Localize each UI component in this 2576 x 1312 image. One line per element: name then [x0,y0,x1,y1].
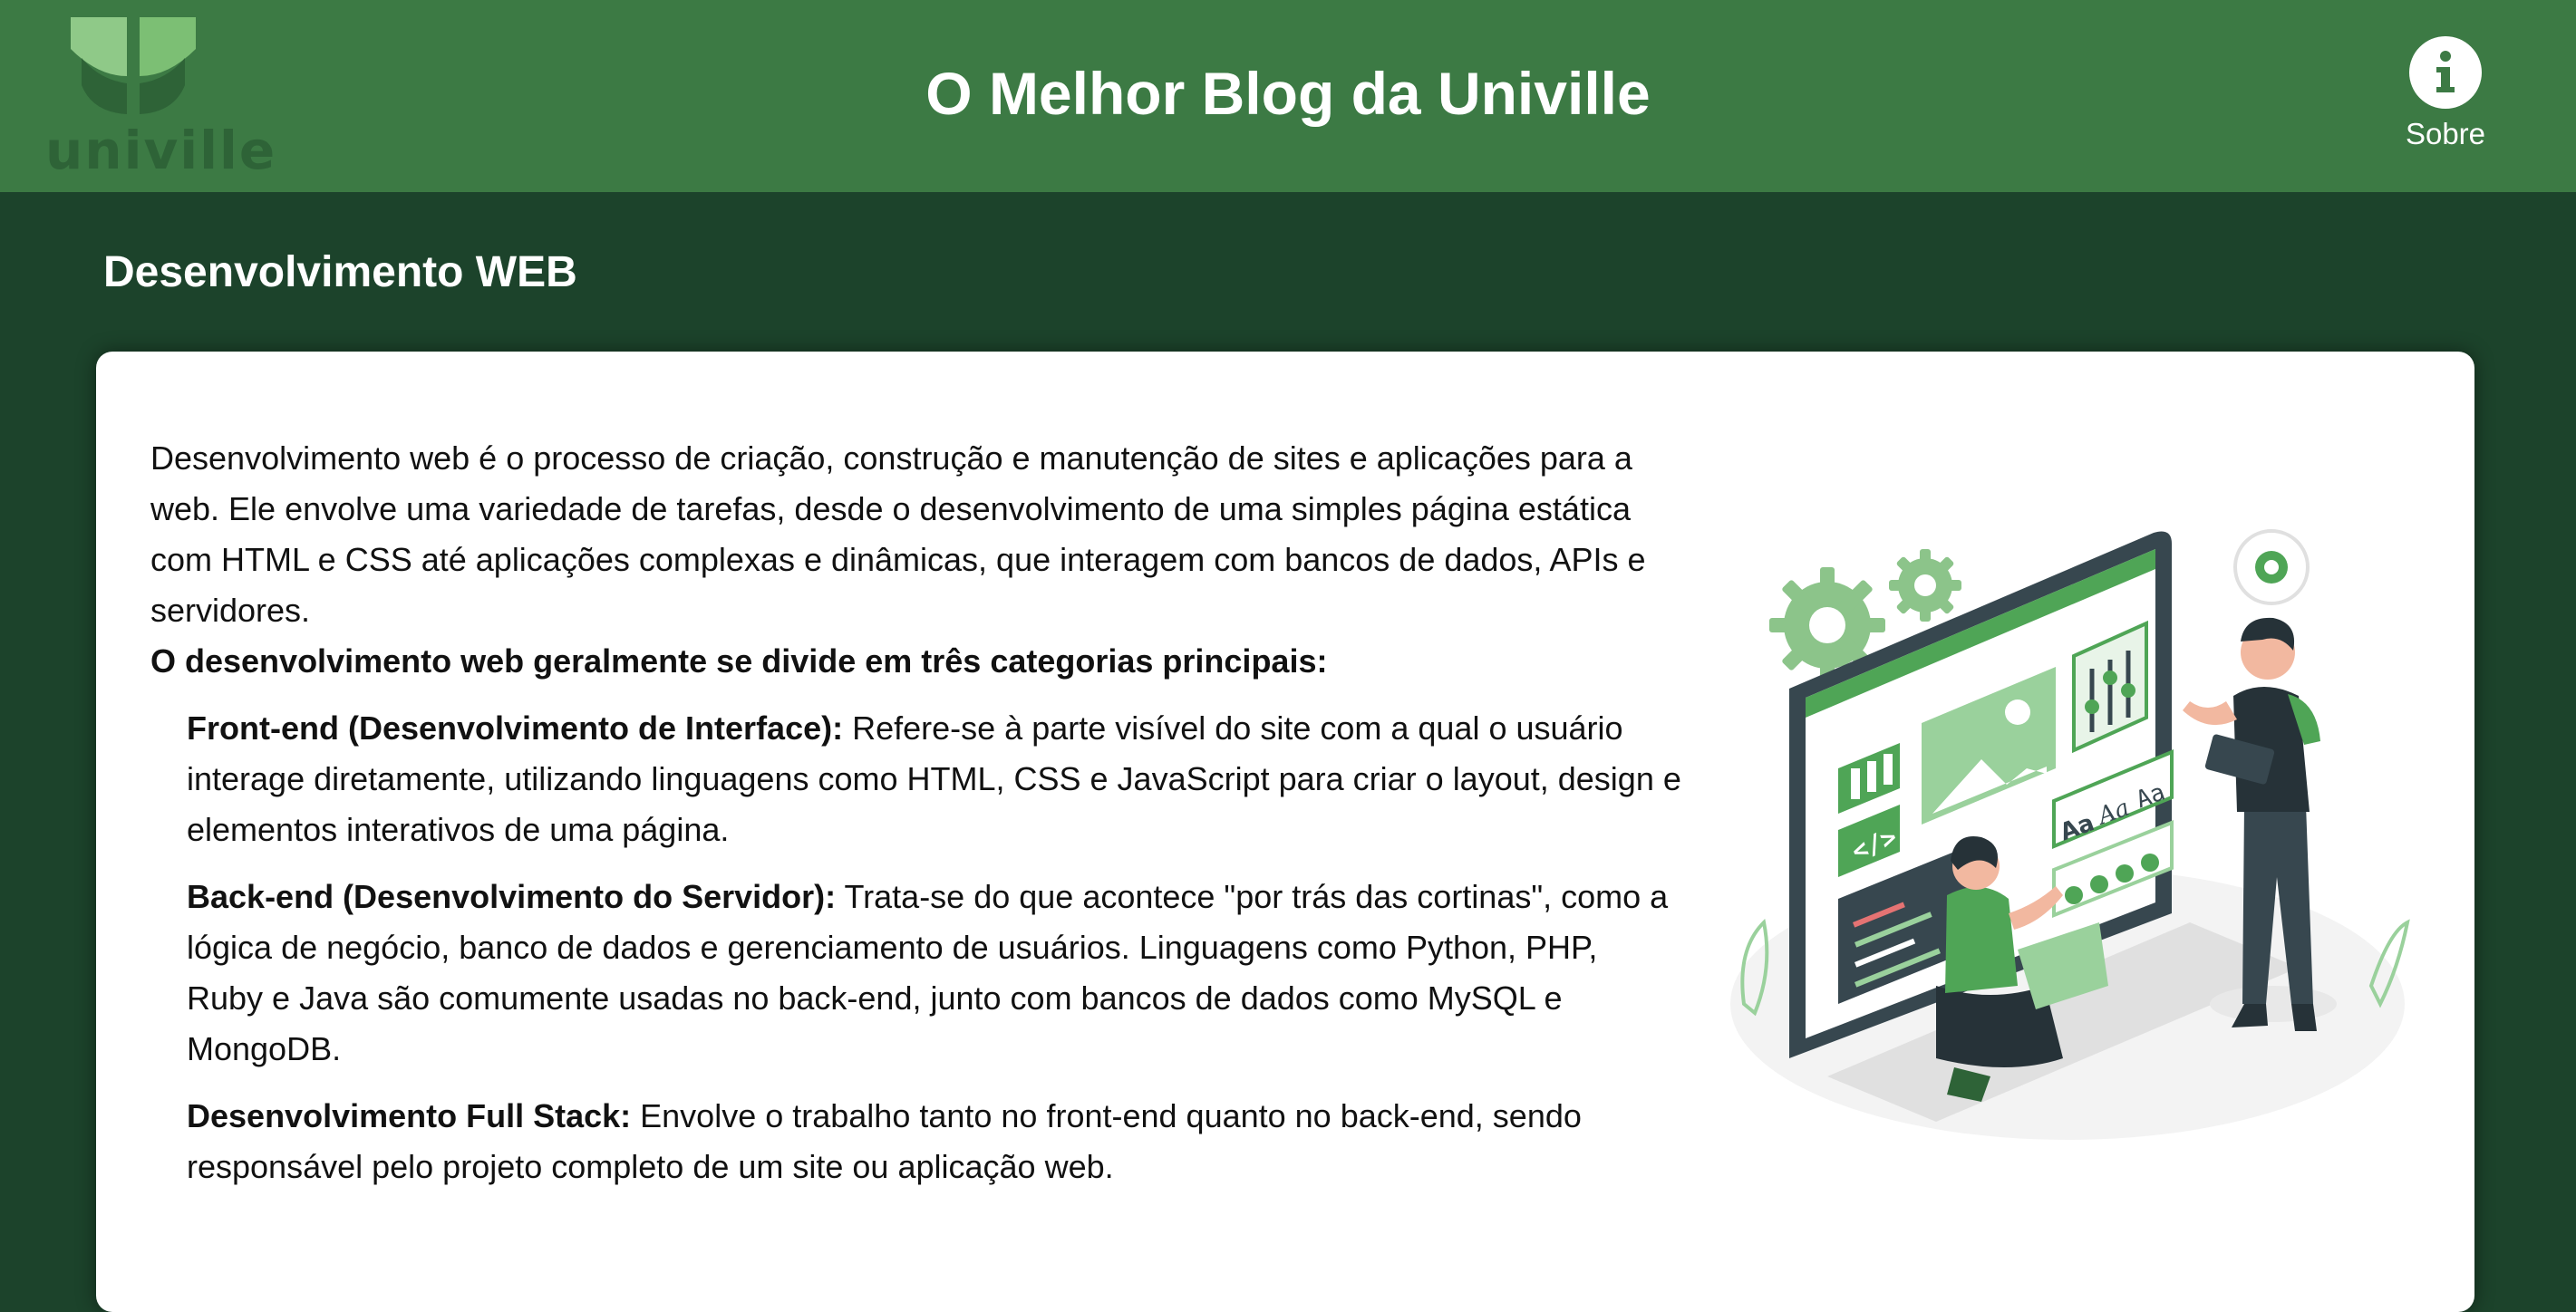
category-title: Front-end (Desenvolvimento de Interface)… [187,709,844,747]
site-header: univille O Melhor Blog da Univille Sobre [0,0,2576,192]
category-item-fullstack: Desenvolvimento Full Stack: Envolve o tr… [187,1091,1682,1192]
category-item-frontend: Front-end (Desenvolvimento de Interface)… [187,703,1682,855]
category-title: Back-end (Desenvolvimento do Servidor): [187,878,837,915]
site-title: O Melhor Blog da Univille [925,60,1651,127]
category-item-backend: Back-end (Desenvolvimento do Servidor): … [187,872,1682,1075]
article-body: Desenvolvimento web é o processo de cria… [150,433,1682,1209]
section-title: Desenvolvimento WEB [103,248,577,296]
info-icon [2409,36,2482,109]
about-label: Sobre [2405,117,2486,150]
article-lead: O desenvolvimento web geralmente se divi… [150,642,1328,680]
about-link[interactable]: Sobre [2393,34,2498,154]
web-development-illustration: </> Aa Aa Aa [1730,529,2410,1140]
article-intro: Desenvolvimento web é o processo de cria… [150,439,1646,629]
category-title: Desenvolvimento Full Stack: [187,1097,632,1134]
category-list: Front-end (Desenvolvimento de Interface)… [187,703,1682,1192]
gear-icon-small [1889,549,1961,622]
article-card: Desenvolvimento web é o processo de cria… [96,352,2474,1312]
